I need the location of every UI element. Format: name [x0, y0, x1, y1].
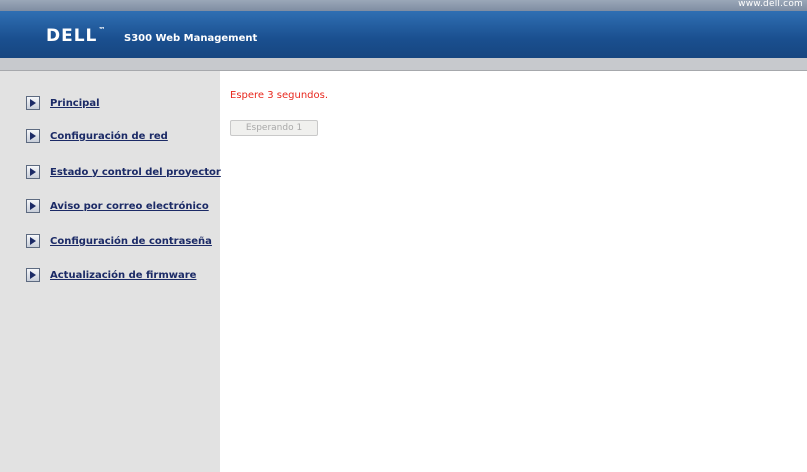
waiting-button[interactable]: Esperando 1: [230, 120, 318, 136]
sidebar-item-label[interactable]: Actualización de firmware: [50, 270, 196, 281]
sidebar-item-label[interactable]: Configuración de contraseña: [50, 236, 212, 247]
dell-logo: DELL™: [46, 26, 106, 46]
sidebar-item-email-alert[interactable]: Aviso por correo electrónico: [26, 197, 209, 215]
sidebar-item-network-config[interactable]: Configuración de red: [26, 127, 168, 145]
play-arrow-icon[interactable]: [26, 199, 40, 213]
header-banner: DELL™ S300 Web Management: [0, 11, 807, 58]
top-bar: www.dell.com: [0, 0, 807, 11]
sidebar-item-password-config[interactable]: Configuración de contraseña: [26, 232, 212, 250]
play-arrow-icon[interactable]: [26, 268, 40, 282]
sidebar-item-label[interactable]: Configuración de red: [50, 131, 168, 142]
sidebar-item-projector-status[interactable]: Estado y control del proyector: [26, 163, 221, 181]
play-arrow-icon[interactable]: [26, 165, 40, 179]
logo-trademark: ™: [98, 26, 107, 34]
play-arrow-icon[interactable]: [26, 129, 40, 143]
sidebar-item-label[interactable]: Estado y control del proyector: [50, 167, 221, 178]
sidebar-nav: Principal Configuración de red Estado y …: [0, 71, 221, 472]
site-url[interactable]: www.dell.com: [738, 0, 803, 9]
play-arrow-icon[interactable]: [26, 234, 40, 248]
logo-text: DELL: [46, 26, 98, 46]
main-content: Espere 3 segundos. Esperando 1: [220, 71, 807, 472]
sidebar-item-principal[interactable]: Principal: [26, 94, 100, 112]
wait-message: Espere 3 segundos.: [230, 90, 329, 101]
product-title: S300 Web Management: [124, 33, 258, 44]
sidebar-item-label[interactable]: Aviso por correo electrónico: [50, 201, 209, 212]
sidebar-item-label[interactable]: Principal: [50, 98, 100, 109]
play-arrow-icon[interactable]: [26, 96, 40, 110]
header-subbar: [0, 58, 807, 71]
sidebar-item-firmware-update[interactable]: Actualización de firmware: [26, 266, 196, 284]
